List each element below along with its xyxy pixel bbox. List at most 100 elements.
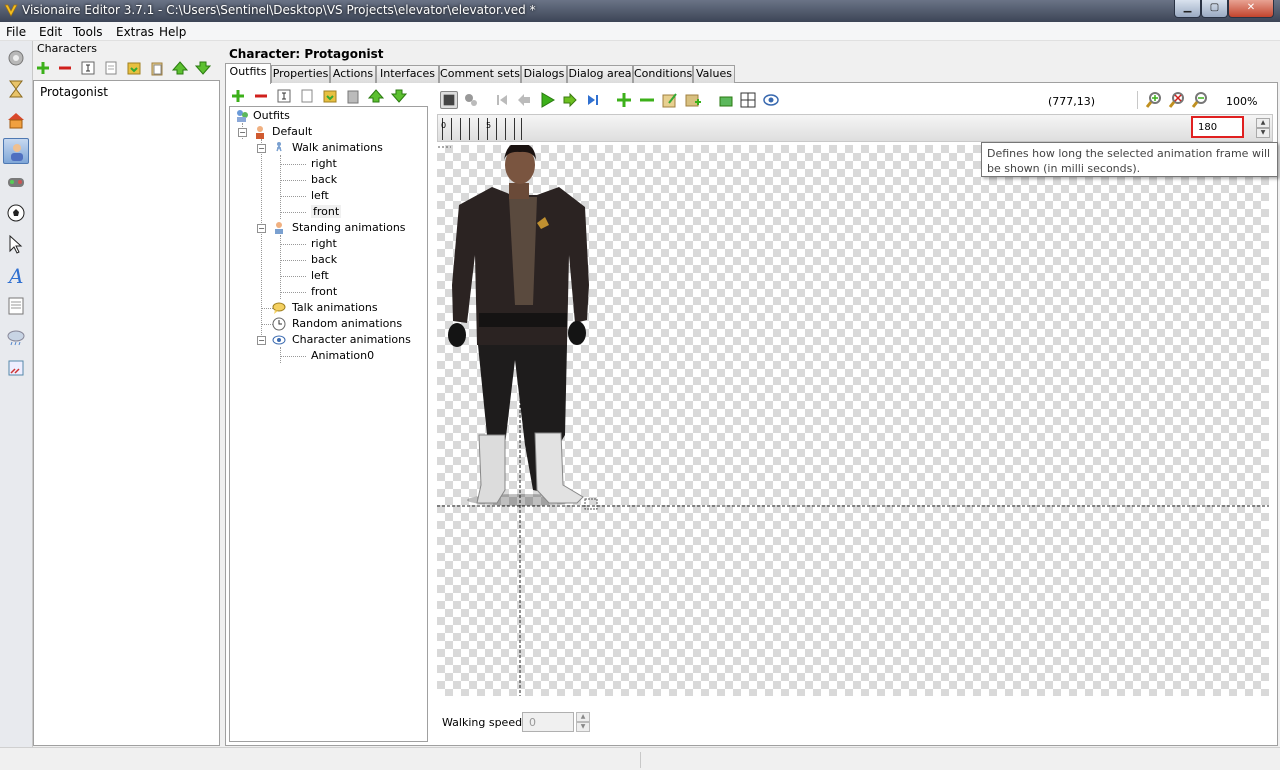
close-button[interactable]: ✕ <box>1228 0 1274 18</box>
menu-edit[interactable]: Edit <box>39 25 62 39</box>
tree-item-default[interactable]: Default <box>272 125 312 138</box>
tree-item-standing-front[interactable]: front <box>311 285 337 298</box>
tab-properties[interactable]: Properties <box>271 65 330 83</box>
add-frame-icon[interactable] <box>615 91 633 109</box>
objects-icon[interactable] <box>3 200 29 226</box>
tab-dialogs[interactable]: Dialogs <box>521 65 567 83</box>
characters-icon[interactable] <box>3 138 29 164</box>
remove-frame-icon[interactable] <box>638 91 656 109</box>
hourglass-icon[interactable] <box>3 76 29 102</box>
move-up-icon[interactable] <box>368 88 384 104</box>
rename-icon[interactable] <box>80 60 96 76</box>
tab-comment-sets[interactable]: Comment sets <box>439 65 521 83</box>
interfaces-icon[interactable] <box>3 169 29 195</box>
import-icon[interactable] <box>322 88 338 104</box>
zoom-out-icon[interactable] <box>1191 91 1209 109</box>
tree-item-standing-left[interactable]: left <box>311 269 329 282</box>
menu-extras[interactable]: Extras <box>116 25 154 39</box>
mouse-cursor-icon[interactable] <box>3 231 29 257</box>
svg-text:A: A <box>7 265 23 285</box>
particles-icon[interactable] <box>3 324 29 350</box>
zoom-in-icon[interactable] <box>1145 91 1163 109</box>
walking-speed-decrement[interactable]: ▼ <box>576 722 590 732</box>
scenes-icon[interactable] <box>3 107 29 133</box>
list-item-protagonist[interactable]: Protagonist <box>40 85 108 99</box>
paste-icon[interactable] <box>149 60 165 76</box>
frame-duration-input[interactable]: 180 <box>1191 116 1244 138</box>
tree-item-walk-left[interactable]: left <box>311 189 329 202</box>
collapse-toggle[interactable]: − <box>257 336 266 345</box>
maximize-button[interactable]: ▢ <box>1201 0 1228 18</box>
menu-tools[interactable]: Tools <box>73 25 103 39</box>
frame-strip: 0 5 <box>437 114 1273 142</box>
add-icon[interactable] <box>230 88 246 104</box>
tab-interfaces[interactable]: Interfaces <box>376 65 439 83</box>
move-down-icon[interactable] <box>391 88 407 104</box>
walking-speed-label: Walking speed <box>442 716 523 729</box>
tree-item-walk-front[interactable]: front <box>311 205 342 218</box>
settings-icon[interactable] <box>462 91 480 109</box>
status-bar <box>0 747 1280 770</box>
tree-item-standing-back[interactable]: back <box>311 253 337 266</box>
remove-icon[interactable] <box>253 88 269 104</box>
paste-icon[interactable] <box>345 88 361 104</box>
game-settings-icon[interactable] <box>3 45 29 71</box>
tab-outfits[interactable]: Outfits <box>225 63 271 84</box>
tree-item-walk-back[interactable]: back <box>311 173 337 186</box>
minimize-button[interactable]: ▁ <box>1174 0 1201 18</box>
frame-duration-tooltip: Defines how long the selected animation … <box>981 142 1278 177</box>
cursor-coordinates: (777,13) <box>1048 95 1096 108</box>
tree-item-character-animations[interactable]: Character animations <box>292 333 411 346</box>
tree-item-walk-animations[interactable]: Walk animations <box>292 141 383 154</box>
previous-frame-icon[interactable] <box>515 91 533 109</box>
last-frame-icon[interactable] <box>584 91 602 109</box>
play-icon[interactable] <box>538 91 556 109</box>
tree-item-random-animations[interactable]: Random animations <box>292 317 402 330</box>
collapse-toggle[interactable]: − <box>257 144 266 153</box>
menu-help[interactable]: Help <box>159 25 186 39</box>
select-frame-icon[interactable] <box>440 91 458 109</box>
next-frame-icon[interactable] <box>561 91 579 109</box>
walking-speed-increment[interactable]: ▲ <box>576 712 590 722</box>
move-up-icon[interactable] <box>172 60 188 76</box>
copy-icon[interactable] <box>299 88 315 104</box>
tree-item-walk-right[interactable]: right <box>311 157 337 170</box>
grid-icon[interactable] <box>739 91 757 109</box>
preview-eye-icon[interactable] <box>762 91 780 109</box>
outfits-icon <box>237 110 248 122</box>
remove-icon[interactable] <box>57 60 73 76</box>
texts-icon[interactable] <box>3 293 29 319</box>
walking-speed-input[interactable]: 0 <box>522 712 574 732</box>
fonts-icon[interactable]: A <box>3 262 29 288</box>
tab-actions[interactable]: Actions <box>330 65 376 83</box>
frame-duration-increment[interactable]: ▲ <box>1256 118 1270 128</box>
rename-icon[interactable] <box>276 88 292 104</box>
tree-item-standing-animations[interactable]: Standing animations <box>292 221 406 234</box>
menu-file[interactable]: File <box>6 25 26 39</box>
collapse-toggle[interactable]: − <box>238 128 247 137</box>
outfit-tree-toolbar <box>228 85 428 105</box>
tab-values[interactable]: Values <box>693 65 735 83</box>
scripts-icon[interactable] <box>3 355 29 381</box>
add-icon[interactable] <box>35 60 51 76</box>
import-icon[interactable] <box>126 60 142 76</box>
tree-item-talk-animations[interactable]: Talk animations <box>292 301 378 314</box>
copy-icon[interactable] <box>103 60 119 76</box>
tab-dialog-area[interactable]: Dialog area <box>567 65 633 83</box>
animation-canvas[interactable] <box>437 145 1269 696</box>
frame-duration-decrement[interactable]: ▼ <box>1256 128 1270 138</box>
walk-animations-icon <box>276 142 282 152</box>
import-frames-icon[interactable] <box>684 91 702 109</box>
move-down-icon[interactable] <box>195 60 211 76</box>
background-color-icon[interactable] <box>717 91 735 109</box>
first-frame-icon[interactable] <box>493 91 511 109</box>
tree-root-outfits[interactable]: Outfits <box>253 109 290 122</box>
tree-item-standing-right[interactable]: right <box>311 237 337 250</box>
characters-panel-label: Characters <box>37 42 98 55</box>
character-preview <box>437 145 1269 696</box>
tree-item-animation0[interactable]: Animation0 <box>311 349 374 362</box>
collapse-toggle[interactable]: − <box>257 224 266 233</box>
edit-frame-icon[interactable] <box>661 91 679 109</box>
tab-conditions[interactable]: Conditions <box>633 65 693 83</box>
zoom-reset-icon[interactable] <box>1168 91 1186 109</box>
